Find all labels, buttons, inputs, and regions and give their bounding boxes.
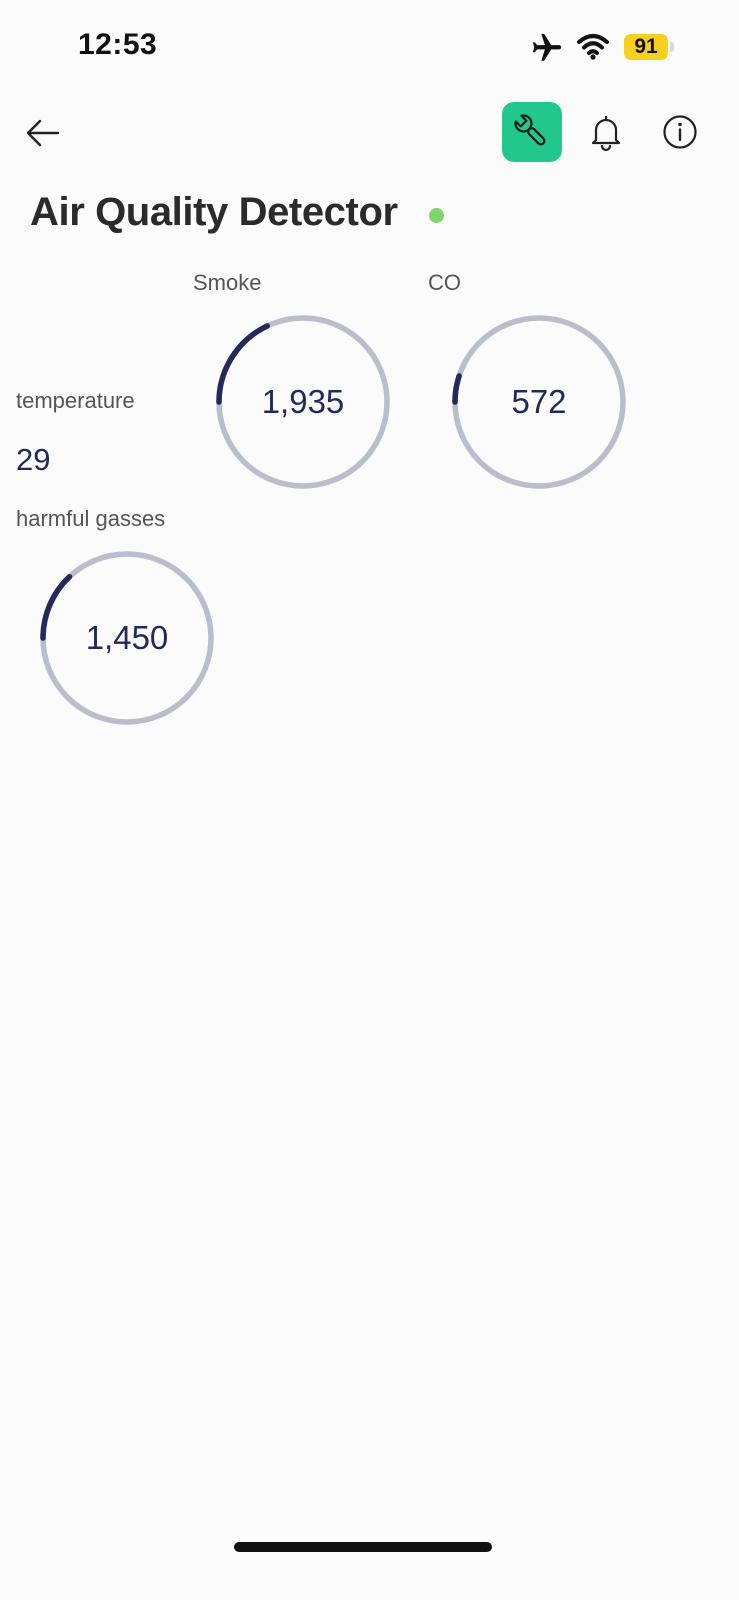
battery-icon: 91 bbox=[624, 34, 668, 60]
smoke-value: 1,935 bbox=[261, 383, 345, 420]
harmful-gasses-value: 1,450 bbox=[85, 619, 169, 656]
page-title: Air Quality Detector bbox=[30, 190, 398, 234]
bell-icon bbox=[591, 115, 621, 152]
settings-button[interactable] bbox=[502, 102, 562, 162]
online-status-dot bbox=[429, 208, 444, 223]
wifi-icon bbox=[576, 33, 610, 61]
co-gauge[interactable]: 572 bbox=[451, 314, 627, 490]
status-time: 12:53 bbox=[78, 28, 158, 61]
info-button[interactable] bbox=[658, 110, 702, 154]
smoke-label: Smoke bbox=[193, 270, 262, 295]
wrench-icon bbox=[514, 114, 546, 146]
arrow-left-icon bbox=[26, 119, 60, 147]
harmful-gasses-gauge[interactable]: 1,450 bbox=[39, 550, 215, 726]
notifications-button[interactable] bbox=[584, 110, 628, 154]
back-button[interactable] bbox=[22, 112, 66, 156]
info-icon bbox=[663, 115, 697, 149]
airplane-icon bbox=[530, 31, 564, 65]
co-value: 572 bbox=[511, 383, 567, 420]
temperature-label: temperature bbox=[16, 388, 135, 413]
temperature-value: 29 bbox=[16, 442, 51, 477]
battery-nub bbox=[670, 42, 674, 52]
co-label: CO bbox=[428, 270, 461, 295]
home-indicator[interactable] bbox=[234, 1542, 492, 1552]
harmful-gasses-label: harmful gasses bbox=[16, 506, 166, 531]
smoke-gauge[interactable]: 1,935 bbox=[215, 314, 391, 490]
